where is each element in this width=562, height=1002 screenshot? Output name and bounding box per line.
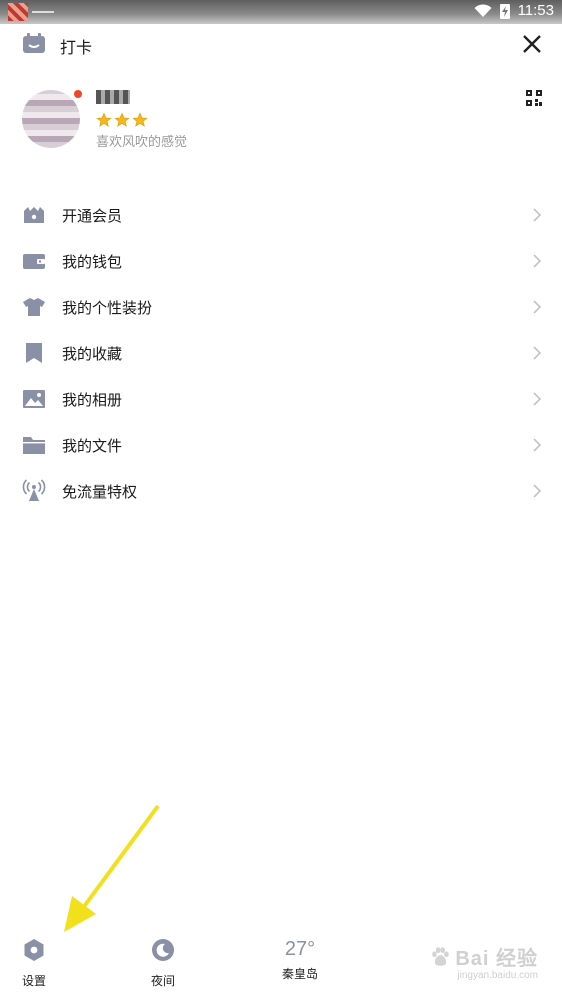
tshirt-icon <box>23 298 45 316</box>
moon-icon <box>152 939 174 961</box>
menu-item-files[interactable]: 我的文件 <box>0 422 562 468</box>
menu-list: 开通会员 我的钱包 我的个性装扮 我的收藏 我的相册 我的文件 免流量特权 <box>0 192 562 514</box>
chevron-right-icon <box>533 484 542 498</box>
chevron-right-icon <box>533 300 542 314</box>
signature: 喜欢风吹的感觉 <box>96 135 188 150</box>
folder-icon <box>23 437 45 454</box>
menu-item-wallet[interactable]: 我的钱包 <box>0 238 562 284</box>
menu-item-album[interactable]: 我的相册 <box>0 376 562 422</box>
menu-item-label: 我的相册 <box>62 390 123 409</box>
menu-item-label: 免流量特权 <box>62 482 138 501</box>
menu-item-label: 我的文件 <box>62 436 123 455</box>
bookmark-icon <box>26 343 42 363</box>
chevron-right-icon <box>533 346 542 360</box>
chevron-right-icon <box>533 208 542 222</box>
signal-tower-icon <box>22 479 46 501</box>
weather-temperature: 27° <box>284 938 316 960</box>
photo-icon <box>23 390 45 408</box>
notification-dot <box>74 90 82 98</box>
menu-item-dressup[interactable]: 我的个性装扮 <box>0 284 562 330</box>
username-blurred[interactable] <box>96 90 130 104</box>
weather-widget[interactable]: 27° 秦皇岛 <box>276 938 324 982</box>
avatar[interactable] <box>22 90 80 148</box>
weather-city: 秦皇岛 <box>281 967 318 981</box>
menu-item-label: 我的钱包 <box>62 252 123 271</box>
menu-item-label: 我的收藏 <box>62 344 123 363</box>
night-label: 夜间 <box>150 974 175 988</box>
annotation-arrow-icon <box>64 804 160 932</box>
status-icons: 11:53 <box>474 2 554 19</box>
menu-item-free-data[interactable]: 免流量特权 <box>0 468 562 514</box>
star-icon <box>114 112 130 127</box>
star-icon <box>96 112 112 127</box>
wifi-icon <box>474 3 492 17</box>
notification-app-icon <box>8 3 28 21</box>
star-icon <box>132 112 148 127</box>
baidu-watermark: Bai 经验 jingyan.baidu.com <box>429 942 538 981</box>
chevron-right-icon <box>533 438 542 452</box>
close-icon[interactable] <box>520 32 544 56</box>
menu-item-label: 开通会员 <box>62 206 123 225</box>
battery-charging-icon <box>499 3 510 19</box>
profile-section: 喜欢风吹的感觉 <box>0 86 562 156</box>
watermark-url: jingyan.baidu.com <box>457 970 538 981</box>
status-time: 11:53 <box>517 2 554 19</box>
night-mode-button[interactable]: 夜间 <box>146 938 180 989</box>
menu-item-vip[interactable]: 开通会员 <box>0 192 562 238</box>
menu-item-favorites[interactable]: 我的收藏 <box>0 330 562 376</box>
notification-indicator <box>32 11 54 13</box>
top-bar: 打卡 <box>0 26 562 62</box>
settings-gear-icon <box>24 939 44 961</box>
qr-code-icon[interactable] <box>526 90 542 106</box>
level-stars <box>96 112 148 128</box>
wallet-icon <box>23 254 45 269</box>
calendar-checkin-icon[interactable] <box>22 32 46 54</box>
chevron-right-icon <box>533 254 542 268</box>
vip-shop-icon <box>24 207 44 223</box>
checkin-label[interactable]: 打卡 <box>60 34 92 58</box>
baidu-paw-icon <box>432 946 450 966</box>
watermark-text: Bai 经验 <box>455 948 538 970</box>
settings-label: 设置 <box>21 974 46 988</box>
settings-button[interactable]: 设置 <box>18 938 50 989</box>
chevron-right-icon <box>533 392 542 406</box>
status-bar: 11:53 <box>0 0 562 24</box>
menu-item-label: 我的个性装扮 <box>62 298 153 317</box>
